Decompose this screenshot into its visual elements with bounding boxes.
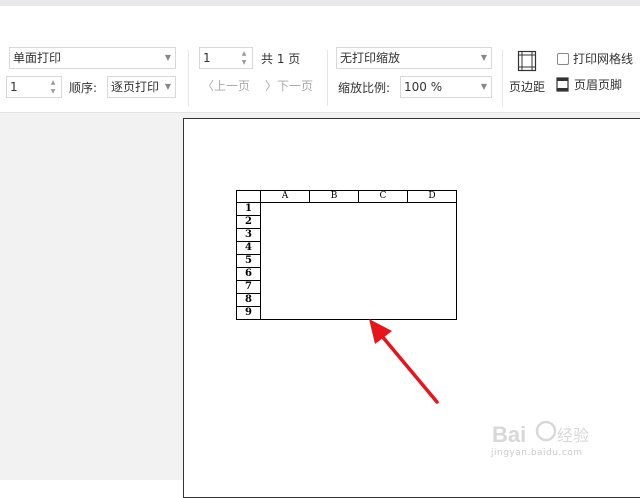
copies-stepper[interactable]: 1 ▲ ▼ [6, 76, 62, 98]
arrow-shaft [374, 327, 439, 404]
row-header-5: 5 [236, 254, 261, 268]
header-footer-label: 页眉页脚 [574, 78, 623, 92]
row-header-4: 4 [236, 241, 261, 255]
cell-area [261, 268, 408, 281]
corner-cell [236, 190, 261, 203]
scaling-mode-select[interactable]: 无打印缩放 ▼ [336, 47, 492, 69]
order-value: 逐页打印 [111, 80, 160, 94]
header-footer-icon [556, 77, 569, 92]
spreadsheet-preview: A B C D 1 2 3 4 5 6 7 8 9 [236, 190, 457, 320]
row-header-9: 9 [236, 306, 261, 320]
print-mode-select[interactable]: 单面打印 ▼ [9, 47, 176, 69]
cell-area [407, 254, 457, 268]
baidu-jingyan-watermark: Bai 经验 jingyan.baidu.com [488, 408, 610, 468]
svg-text:经验: 经验 [557, 426, 589, 445]
stepper-arrows-icon[interactable]: ▲ ▼ [48, 78, 58, 96]
order-select[interactable]: 逐页打印 ▼ [107, 76, 176, 98]
cell-area [407, 267, 457, 281]
row-header-8: 8 [236, 293, 261, 307]
copies-value: 1 [10, 80, 18, 94]
cell-area [261, 255, 408, 268]
zoom-select[interactable]: 100 % ▼ [400, 76, 492, 98]
cell-area [261, 281, 408, 294]
page-number-value: 1 [203, 51, 211, 65]
margins-label: 页边距 [509, 80, 546, 94]
cell-area [261, 203, 408, 216]
header-footer-button[interactable]: 页眉页脚 [555, 76, 635, 94]
cell-area [261, 229, 408, 242]
cell-area [407, 215, 457, 229]
divider [327, 50, 328, 106]
zoom-value: 100 % [404, 80, 443, 94]
column-header-a: A [260, 190, 310, 203]
cell-area [407, 228, 457, 242]
cell-area [261, 216, 408, 229]
page-number-stepper[interactable]: 1 ▲ ▼ [199, 47, 253, 69]
scaling-mode-value: 无打印缩放 [340, 51, 401, 65]
divider [188, 50, 189, 106]
baidu-logo-icon: Bai 经验 [492, 420, 589, 447]
page-total-label: 共 1 页 [261, 52, 301, 66]
stepper-arrows-icon[interactable]: ▲ ▼ [239, 49, 249, 67]
svg-text:Bai: Bai [492, 422, 526, 447]
arrow-head [369, 319, 392, 344]
margins-button[interactable]: 页边距 [506, 48, 548, 98]
chevron-down-icon: ▼ [480, 53, 487, 62]
column-header-b: B [309, 190, 359, 203]
cell-area [261, 242, 408, 255]
chevron-down-icon: ▼ [164, 53, 171, 62]
divider [502, 50, 503, 106]
chevron-right-icon: 〉 [265, 79, 278, 93]
prev-page-label: 上一页 [214, 79, 251, 93]
prev-page-button[interactable]: 〈上一页 [202, 78, 250, 94]
next-page-button[interactable]: 〉下一页 [265, 78, 313, 94]
chevron-left-icon: 〈 [202, 79, 215, 93]
watermark-url: jingyan.baidu.com [491, 448, 583, 458]
cell-area [407, 241, 457, 255]
column-header-c: C [358, 190, 408, 203]
zoom-label: 缩放比例: [338, 81, 391, 95]
column-header-d: D [407, 190, 457, 203]
cell-area [407, 280, 457, 294]
row-header-3: 3 [236, 228, 261, 242]
row-header-1: 1 [236, 202, 261, 216]
print-gridlines-checkbox[interactable] [557, 53, 569, 65]
margins-icon [517, 50, 537, 72]
row-header-7: 7 [236, 280, 261, 294]
cell-area [407, 202, 457, 216]
next-page-label: 下一页 [277, 79, 314, 93]
chevron-down-icon: ▼ [480, 82, 487, 91]
print-mode-value: 单面打印 [13, 51, 62, 65]
row-header-2: 2 [236, 215, 261, 229]
red-arrow-annotation [369, 319, 439, 404]
chevron-down-icon: ▼ [164, 82, 171, 91]
print-gridlines-label: 打印网格线 [573, 52, 634, 66]
row-header-6: 6 [236, 267, 261, 281]
order-label: 顺序: [69, 81, 98, 95]
print-preview-toolbar: 单面打印 ▼ 1 ▲ ▼ 顺序: 逐页打印 ▼ 1 ▲ ▼ 共 1 页 〈上一页 〉… [0, 6, 640, 113]
